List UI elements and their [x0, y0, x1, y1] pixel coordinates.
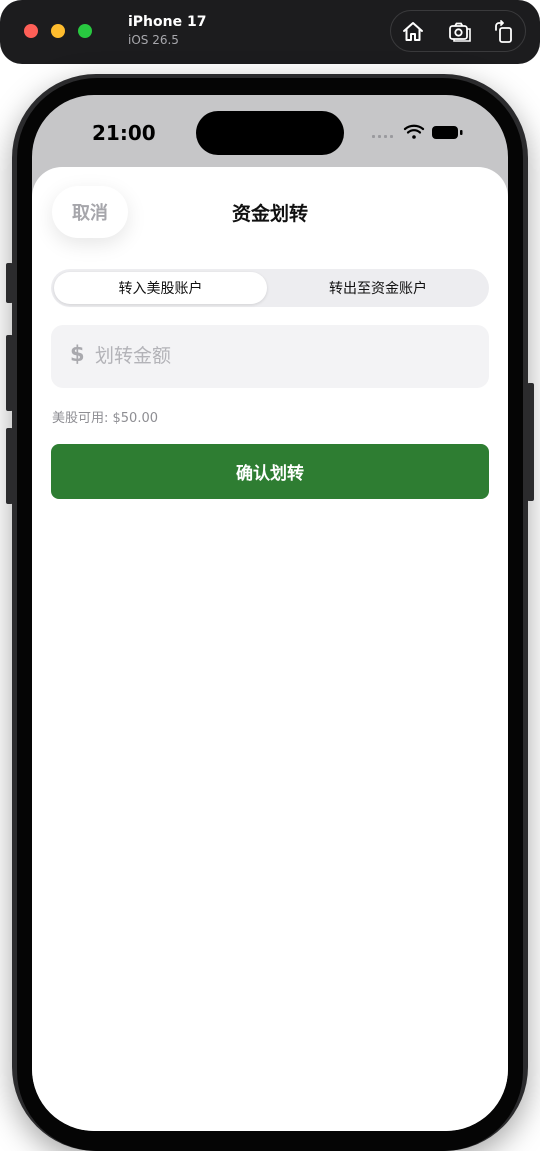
amount-field[interactable]: $: [51, 325, 489, 388]
action-button: [6, 263, 13, 303]
available-balance: 美股可用: $50.00: [52, 411, 158, 426]
tab-transfer-out[interactable]: 转出至资金账户: [270, 272, 486, 304]
volume-down-button: [6, 428, 13, 504]
transfer-sheet: 取消 资金划转 转入美股账户 转出至资金账户 $ 美股可用: $50.00 确认…: [32, 167, 508, 1131]
confirm-transfer-button[interactable]: 确认划转: [51, 444, 489, 499]
volume-up-button: [6, 335, 13, 411]
screenshot-icon[interactable]: [448, 20, 472, 44]
cellular-signal-icon: [372, 135, 393, 138]
battery-icon: [432, 126, 463, 139]
home-icon[interactable]: [401, 20, 425, 44]
amount-input[interactable]: [93, 337, 473, 375]
os-version: iOS 26.5: [128, 33, 179, 47]
tab-transfer-in[interactable]: 转入美股账户: [54, 272, 267, 304]
device-name: iPhone 17: [128, 14, 207, 30]
simulator-toolbar: iPhone 17 iOS 26.5: [0, 0, 540, 64]
transfer-direction-segmented-control: 转入美股账户 转出至资金账户: [51, 269, 489, 307]
minimize-window-button[interactable]: [51, 24, 65, 38]
close-window-button[interactable]: [24, 24, 38, 38]
sheet-title: 资金划转: [231, 203, 308, 225]
status-time: 21:00: [92, 121, 156, 145]
dynamic-island: [196, 111, 344, 155]
currency-symbol: $: [70, 342, 85, 366]
status-icons: [372, 124, 463, 139]
simulator-actions: [390, 10, 526, 52]
phone-screen: 21:00 取消 资金划转 转入美股账户 转出至资金账户 $ 美股可: [32, 95, 508, 1131]
power-button: [527, 383, 534, 501]
rotate-icon[interactable]: [493, 20, 517, 44]
zoom-window-button[interactable]: [78, 24, 92, 38]
wifi-icon: [403, 124, 425, 139]
